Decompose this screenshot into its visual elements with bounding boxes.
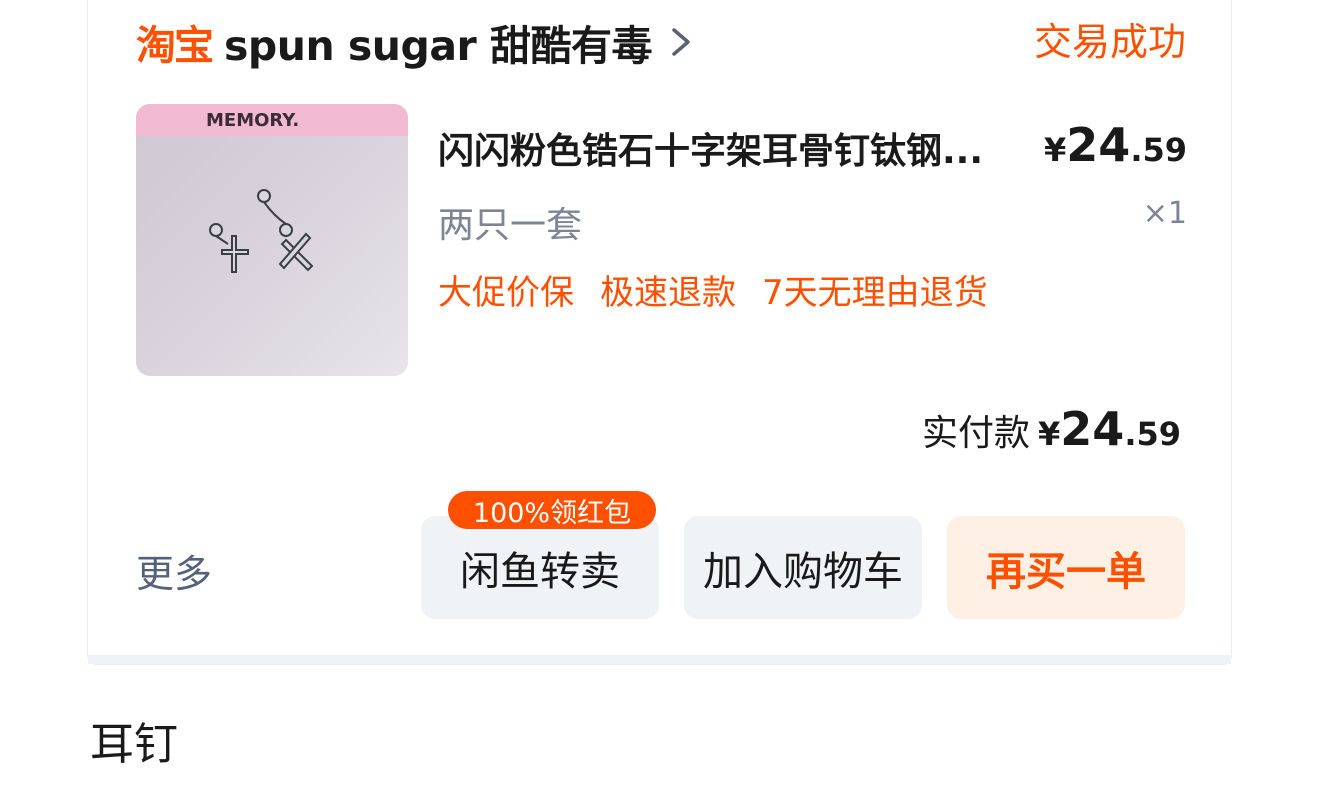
service-tags: 大促价保 极速退款 7天无理由退货: [438, 265, 988, 314]
product-title[interactable]: 闪闪粉色锆石十字架耳骨钉钛钢...: [438, 122, 1038, 174]
more-button[interactable]: 更多: [136, 543, 212, 598]
product-quantity: ×1: [1142, 196, 1187, 231]
add-to-cart-button[interactable]: 加入购物车: [684, 516, 922, 619]
rebuy-button[interactable]: 再买一单: [947, 516, 1185, 619]
tag-fast-refund: 极速退款: [600, 273, 736, 313]
card-divider: [88, 655, 1231, 664]
tag-price-protection: 大促价保: [438, 273, 574, 313]
tag-7day-return: 7天无理由退货: [762, 273, 988, 313]
note-text: 耳钉: [90, 719, 178, 770]
resell-button[interactable]: 闲鱼转卖: [421, 516, 659, 619]
order-card: 淘宝 spun sugar 甜酷有毒 交易成功 MEMORY. 闪闪粉色锆石十字…: [87, 0, 1232, 665]
product-photo: MEMORY.: [136, 104, 408, 376]
red-packet-badge: 100%领红包: [448, 491, 656, 529]
product-image-text: MEMORY.: [206, 110, 299, 131]
product-image[interactable]: MEMORY.: [136, 104, 408, 376]
order-header: 淘宝 spun sugar 甜酷有毒 交易成功: [136, 14, 1186, 70]
taobao-logo: 淘宝: [136, 23, 214, 69]
order-status: 交易成功: [1033, 20, 1186, 64]
chevron-right-icon[interactable]: [668, 22, 694, 62]
shop-name-link[interactable]: spun sugar 甜酷有毒: [224, 12, 653, 72]
actual-payment: 实付款 ¥24.59: [922, 402, 1181, 456]
product-spec: 两只一套: [438, 205, 583, 246]
product-price: ¥24.59: [1044, 118, 1187, 172]
